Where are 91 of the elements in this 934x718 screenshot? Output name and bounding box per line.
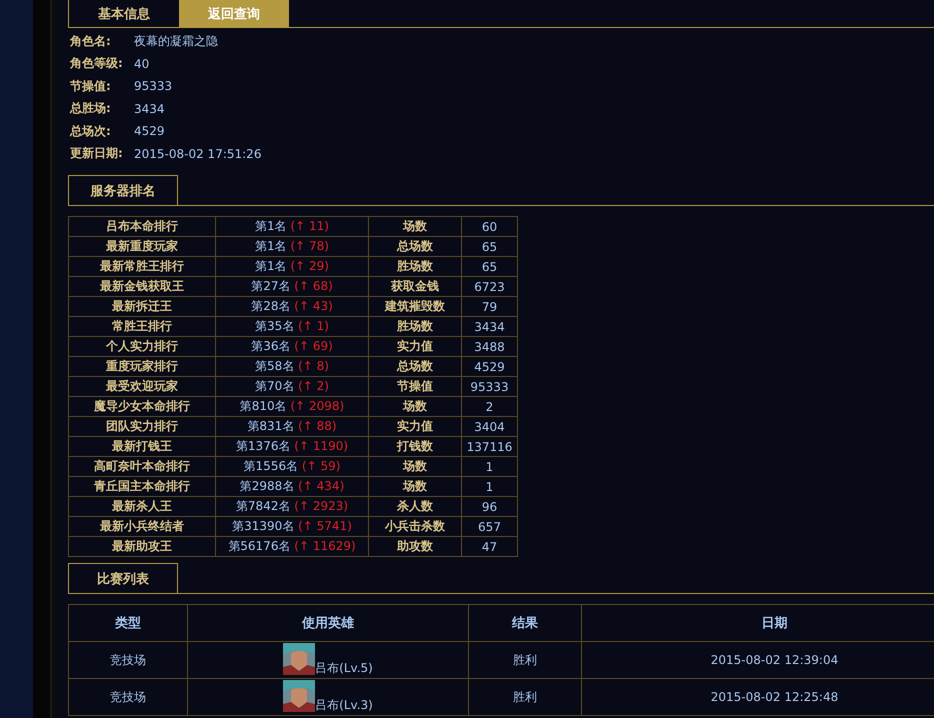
table-cell: 47: [462, 536, 518, 556]
table-cell: 重度玩家排行: [68, 356, 216, 376]
table-cell: 65: [462, 256, 518, 276]
field-value: 3434: [134, 102, 165, 116]
table-cell: 96: [462, 496, 518, 516]
table-cell: 最新常胜王排行: [68, 256, 216, 276]
field-value: 40: [134, 56, 150, 71]
table-cell: 实力值: [368, 336, 462, 356]
table-cell: 总场数: [368, 356, 462, 376]
table-cell: 6723: [462, 276, 518, 296]
hero-name: 吕布(Lv.3): [315, 698, 373, 712]
table-cell: 最新金钱获取王: [68, 276, 216, 296]
table-cell: 个人实力排行: [68, 336, 216, 356]
table-cell: 第7842名 (↑ 2923): [216, 496, 368, 516]
field-label: 更新日期:: [70, 145, 124, 162]
table-cell: 2: [462, 396, 518, 416]
table-cell: 获取金钱: [368, 276, 462, 296]
table-cell: 第1名 (↑ 29): [216, 256, 368, 276]
field-value: 2015-08-02 17:51:26: [134, 146, 262, 161]
table-cell: 小兵击杀数: [368, 516, 462, 536]
table-cell: 第831名 (↑ 88): [216, 416, 368, 436]
table-cell: 胜利: [468, 642, 582, 678]
table-cell: 助攻数: [368, 536, 462, 556]
field-value: 4529: [134, 124, 165, 138]
table-cell: 第36名 (↑ 69): [216, 336, 368, 356]
table-cell: 第1376名 (↑ 1190): [216, 436, 368, 456]
table-cell: 最新小兵终结者: [68, 516, 216, 536]
table-cell: 实力值: [368, 416, 462, 436]
field-value: 95333: [134, 79, 172, 94]
table-cell: 竞技场: [68, 678, 188, 716]
table-cell: 吕布本命排行: [68, 216, 216, 236]
table-cell: 杀人数: [368, 496, 462, 516]
table-cell: 4529: [462, 356, 518, 376]
table-cell: 第1名 (↑ 11): [216, 216, 368, 236]
field-label: 角色名:: [70, 32, 112, 50]
table-cell: 青丘国主本命排行: [68, 476, 216, 496]
table-cell: 第70名 (↑ 2): [216, 376, 368, 396]
table-cell: 3434: [462, 316, 518, 336]
field-label: 角色等级:: [70, 55, 124, 72]
table-cell: 1: [462, 476, 518, 496]
table-cell: 第28名 (↑ 43): [216, 296, 368, 316]
table-cell: 65: [462, 236, 518, 256]
table-cell: 第1556名 (↑ 59): [216, 456, 368, 476]
table-cell: 总场数: [368, 236, 462, 256]
column-header: 使用英雄: [188, 604, 468, 642]
hero-name: 吕布(Lv.5): [315, 661, 373, 675]
table-cell: 节操值: [368, 376, 462, 396]
table-cell: 打钱数: [368, 436, 462, 456]
column-header: 类型: [68, 604, 188, 642]
table-cell: 最受欢迎玩家: [68, 376, 216, 396]
table-cell: 3488: [462, 336, 518, 356]
table-cell: 最新助攻王: [68, 536, 216, 556]
table-cell: 最新重度玩家: [68, 236, 216, 256]
tab[interactable]: 基本信息: [69, 0, 179, 27]
table-cell: 胜利: [468, 678, 582, 716]
table-cell: 场数: [368, 476, 462, 496]
table-cell: 95333: [462, 376, 518, 396]
column-header: 结果: [468, 604, 582, 642]
table-cell: 高町奈叶本命排行: [68, 456, 216, 476]
column-header: 日期: [582, 604, 934, 642]
table-cell: 最新杀人王: [68, 496, 216, 516]
table-cell: 团队实力排行: [68, 416, 216, 436]
table-cell: 场数: [368, 456, 462, 476]
table-cell: 最新拆迁王: [68, 296, 216, 316]
table-cell: 第2988名 (↑ 434): [216, 476, 368, 496]
table-cell: 建筑摧毁数: [368, 296, 462, 316]
table-cell: 79: [462, 296, 518, 316]
table-cell: 第35名 (↑ 1): [216, 316, 368, 336]
table-cell: 第1名 (↑ 78): [216, 236, 368, 256]
field-label: 总场次:: [70, 122, 112, 140]
table-cell: 3404: [462, 416, 518, 436]
table-cell: 胜场数: [368, 316, 462, 336]
table-cell: 第31390名 (↑ 5741): [216, 516, 368, 536]
table-cell: 60: [462, 216, 518, 236]
table-cell: 第56176名 (↑ 11629): [216, 536, 368, 556]
field-value: 夜幕的凝霜之隐: [134, 32, 218, 50]
table-cell: 第810名 (↑ 2098): [216, 396, 368, 416]
table-cell: 场数: [368, 216, 462, 236]
table-cell: 1: [462, 456, 518, 476]
table-cell: 魔导少女本命排行: [68, 396, 216, 416]
table-cell: 场数: [368, 396, 462, 416]
field-label: 总胜场:: [70, 100, 112, 118]
table-cell: 第27名 (↑ 68): [216, 276, 368, 296]
field-label: 节操值:: [70, 78, 112, 95]
table-cell: 竞技场: [68, 642, 188, 678]
table-cell: 最新打钱王: [68, 436, 216, 456]
table-cell: 常胜王排行: [68, 316, 216, 336]
table-cell: 657: [462, 516, 518, 536]
table-cell: 胜场数: [368, 256, 462, 276]
table-cell: 第58名 (↑ 8): [216, 356, 368, 376]
table-cell: 137116: [462, 436, 518, 456]
